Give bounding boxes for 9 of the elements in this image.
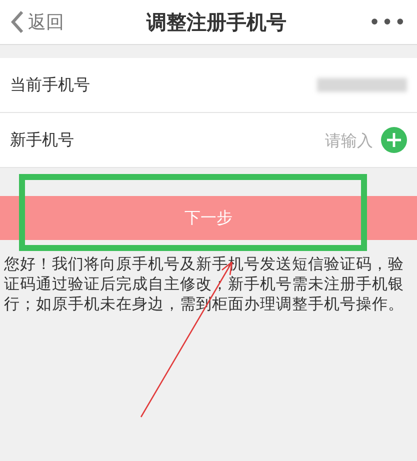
more-button[interactable]: ••• bbox=[368, 10, 407, 34]
page-title: 调整注册手机号 bbox=[145, 8, 288, 36]
next-step-button[interactable]: 下一步 bbox=[0, 196, 417, 240]
add-icon[interactable] bbox=[381, 127, 407, 153]
field-label: 新手机号 bbox=[10, 130, 75, 150]
field-label: 当前手机号 bbox=[10, 74, 91, 96]
chevron-left-icon bbox=[10, 10, 24, 34]
phone-input-field[interactable]: 请输入 bbox=[291, 130, 375, 150]
back-button[interactable]: 返回 bbox=[10, 10, 64, 34]
